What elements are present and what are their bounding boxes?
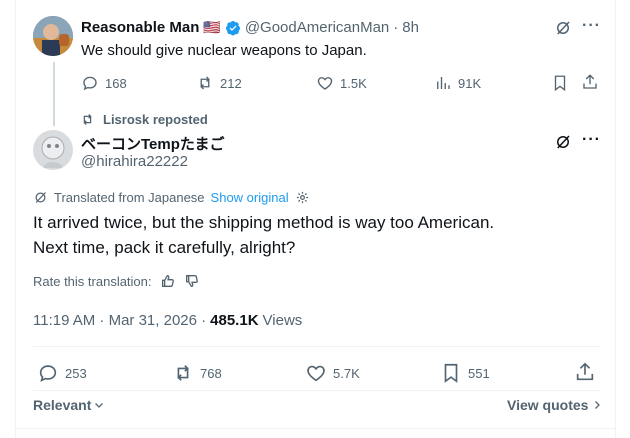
repost-banner-text: Lisrosk reposted (103, 112, 208, 127)
parent-reply-count: 168 (105, 75, 127, 91)
main-share-button[interactable] (574, 361, 596, 383)
main-author-name[interactable]: ベーコンTempたまご (81, 133, 224, 154)
views-chart-icon (437, 77, 450, 89)
tweet-timestamp[interactable]: 11:19 AM · Mar 31, 2026 · (33, 312, 206, 329)
main-like-count: 5.7K (333, 365, 360, 381)
parent-author-name[interactable]: Reasonable Man (81, 19, 199, 36)
rate-translation-label: Rate this translation: (33, 273, 152, 289)
avatar-image (33, 16, 73, 56)
avatar-image (33, 130, 73, 170)
divider (33, 346, 600, 347)
main-reply-count: 253 (65, 365, 87, 381)
parent-like-button[interactable]: 1.5K (316, 74, 367, 92)
heart-icon (307, 365, 325, 382)
sort-replies-dropdown[interactable]: Relevant (33, 397, 105, 413)
main-like-button[interactable]: 5.7K (305, 362, 360, 384)
parent-reply-button[interactable]: 168 (81, 74, 127, 92)
repost-icon (83, 114, 92, 125)
divider (15, 428, 616, 429)
more-options-icon[interactable]: ··· (582, 131, 601, 149)
grok-icon (35, 192, 46, 203)
grok-icon[interactable] (554, 133, 572, 151)
thumbs-down-icon[interactable] (184, 273, 200, 289)
main-tweet-text: It arrived twice, but the shipping metho… (33, 210, 494, 260)
main-tweet-text-line-2: Next time, pack it carefully, alright? (33, 238, 296, 257)
dot-separator: · (393, 19, 399, 36)
main-repost-button[interactable]: 768 (172, 362, 222, 384)
main-author-avatar[interactable] (33, 130, 73, 170)
us-flag-emoji: 🇺🇸 (203, 19, 221, 35)
bookmark-icon (444, 363, 458, 383)
parent-bookmark-button[interactable] (551, 74, 569, 92)
grok-icon[interactable] (554, 19, 572, 37)
parent-repost-button[interactable]: 212 (196, 74, 242, 92)
sort-replies-label: Relevant (33, 397, 92, 413)
divider (33, 390, 600, 391)
view-quotes-link[interactable]: View quotes (507, 397, 603, 413)
parent-repost-count: 212 (220, 75, 242, 91)
parent-views-button[interactable]: 91K (434, 74, 481, 92)
heart-icon (317, 77, 333, 90)
thumbs-up-icon[interactable] (160, 273, 176, 289)
translation-label: Translated from Japanese Show original (33, 190, 310, 205)
main-repost-count: 768 (200, 365, 222, 381)
rate-translation: Rate this translation: (33, 273, 200, 289)
views-label: Views (262, 312, 303, 329)
view-quotes-label: View quotes (507, 397, 589, 413)
main-author-handle[interactable]: @hirahira22222 (81, 153, 188, 170)
repost-banner[interactable]: Lisrosk reposted (80, 112, 208, 127)
share-icon (576, 362, 594, 381)
main-bookmark-button[interactable]: 551 (440, 362, 490, 384)
thread-connector-line (53, 62, 55, 126)
main-bookmark-count: 551 (468, 365, 490, 381)
repost-icon (200, 76, 210, 90)
show-original-link[interactable]: Show original (211, 190, 289, 205)
more-options-icon[interactable]: ··· (582, 17, 601, 35)
verified-badge-icon[interactable] (225, 20, 241, 36)
tweet-meta: 11:19 AM · Mar 31, 2026 · 485.1K Views (33, 312, 302, 329)
parent-author-handle[interactable]: @GoodAmericanMan (245, 19, 389, 36)
repost-icon (177, 365, 189, 381)
parent-share-button[interactable] (581, 73, 599, 91)
gear-icon[interactable] (295, 190, 310, 205)
parent-author-avatar[interactable] (33, 16, 73, 56)
parent-views-count: 91K (458, 75, 482, 91)
main-reply-button[interactable]: 253 (37, 362, 87, 384)
reply-icon (83, 76, 97, 91)
parent-like-count: 1.5K (340, 75, 367, 91)
main-tweet-text-line-1: It arrived twice, but the shipping metho… (33, 213, 495, 232)
chevron-right-icon (595, 401, 601, 409)
parent-tweet-text: We should give nuclear weapons to Japan. (81, 42, 367, 59)
parent-tweet-time[interactable]: 8h (402, 19, 419, 36)
chevron-down-icon (95, 403, 104, 408)
views-count: 485.1K (210, 312, 259, 329)
reply-icon (39, 365, 57, 382)
share-icon (583, 74, 597, 89)
translated-from-text: Translated from Japanese (54, 190, 205, 205)
bookmark-icon (554, 75, 566, 92)
